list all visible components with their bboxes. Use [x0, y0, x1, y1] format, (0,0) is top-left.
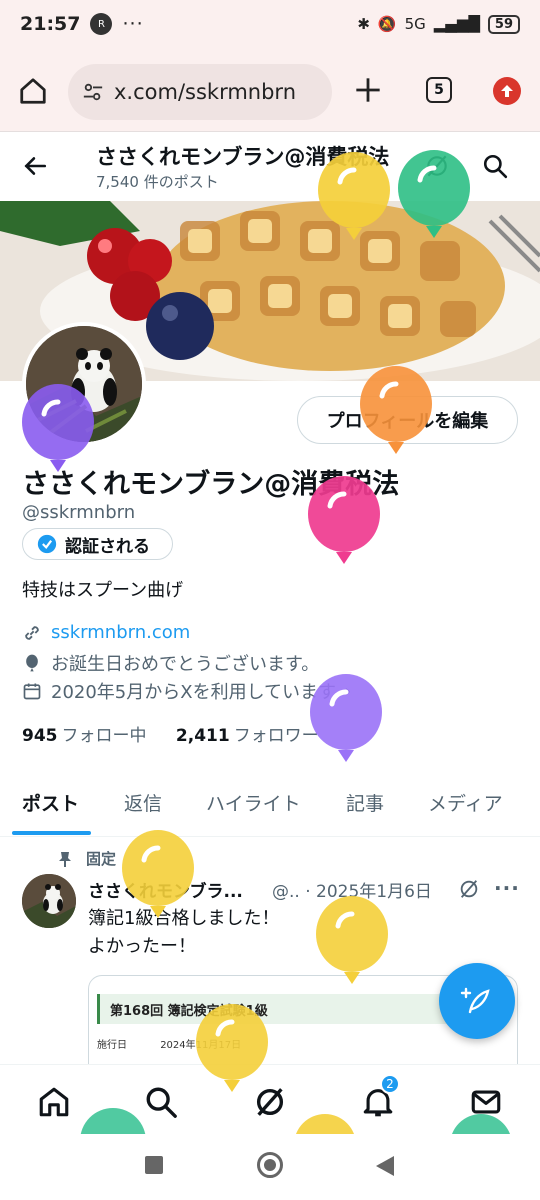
search-icon[interactable] [482, 153, 508, 179]
balloon-decoration [316, 896, 388, 984]
back-arrow-icon[interactable] [22, 153, 48, 179]
bluetooth-icon: ✱ [357, 15, 370, 33]
balloon-decoration [308, 476, 380, 564]
balloon-decoration [296, 1114, 354, 1134]
home-icon[interactable] [18, 76, 48, 106]
link-icon [25, 625, 39, 640]
post-count: 7,540 件のポスト [96, 173, 219, 191]
battery-indicator: 59 [487, 14, 520, 34]
pinned-indicator: 固定 [58, 848, 116, 869]
post-avatar[interactable] [22, 874, 76, 928]
balloon-decoration [122, 830, 194, 918]
more-notifications-icon: ··· [122, 13, 144, 35]
notifications-badge: 2 [380, 1074, 400, 1094]
tab-articles[interactable]: 記事 [346, 789, 384, 816]
panda-photo-small [22, 874, 76, 928]
profile-website[interactable]: sskrmnbrn.com [22, 622, 190, 643]
mute-icon: 🔕 [377, 15, 397, 33]
joined-text: 2020年5月からXを利用しています [51, 682, 337, 703]
following-label: フォロー中 [61, 726, 147, 746]
signal-label: 5G [404, 15, 426, 33]
balloon-decoration [452, 1114, 510, 1134]
compose-post-button[interactable] [439, 963, 515, 1039]
get-verified-label: 認証される [65, 536, 150, 557]
follow-stats: 945 フォロー中 2,411 フォロワー [22, 721, 319, 746]
balloon-decoration [310, 674, 382, 762]
balloon-decoration [196, 1004, 268, 1092]
system-back-button[interactable] [374, 1154, 396, 1178]
birthday-text: お誕生日おめでとうございます。 [51, 654, 320, 675]
signal-icon: ▂▄▆█ [433, 15, 480, 33]
balloon-decoration [22, 384, 94, 472]
status-bar: 21:57 R ··· ✱ 🔕 5G ▂▄▆█ 59 [0, 0, 540, 48]
tab-posts[interactable]: ポスト [22, 789, 79, 816]
following-count: 945 [22, 726, 58, 746]
tab-highlights[interactable]: ハイライト [206, 789, 301, 816]
address-bar[interactable]: x.com/sskrmnbrn [68, 64, 332, 120]
profile-tabs: ポスト 返信 ハイライト 記事 メディア [0, 775, 540, 837]
recent-apps-button[interactable] [145, 1156, 163, 1174]
update-icon[interactable] [493, 77, 521, 105]
followers-count: 2,411 [175, 726, 230, 746]
website-link[interactable]: sskrmnbrn.com [51, 622, 190, 643]
clock: 21:57 [20, 13, 81, 35]
profile-joined: 2020年5月からXを利用しています › [22, 678, 351, 704]
followers-label: フォロワー [233, 726, 319, 746]
search-icon[interactable] [144, 1085, 178, 1119]
profile-handle: @sskrmnbrn [22, 502, 136, 523]
balloon-decoration [398, 150, 470, 238]
followers-link[interactable]: 2,411 フォロワー [176, 726, 319, 746]
tab-replies[interactable]: 返信 [124, 789, 162, 816]
tab-media[interactable]: メディア [428, 789, 503, 816]
balloon-decoration [80, 1108, 146, 1134]
balloon-decoration [318, 152, 390, 240]
home-icon[interactable] [37, 1085, 71, 1119]
get-verified-button[interactable]: 認証される [22, 528, 173, 560]
system-navigation-bar [0, 1134, 540, 1200]
system-home-button[interactable] [257, 1152, 283, 1178]
balloon-decoration [360, 366, 432, 454]
pin-icon [59, 851, 71, 867]
profile-bio: 特技はスプーン曲げ [22, 580, 184, 601]
following-link[interactable]: 945 フォロー中 [22, 726, 147, 746]
calendar-icon [23, 683, 41, 700]
url-text[interactable]: x.com/sskrmnbrn [114, 80, 296, 104]
grok-icon[interactable] [458, 878, 480, 900]
app-notification-icon: R [90, 13, 113, 35]
new-tab-icon[interactable] [354, 76, 382, 104]
pinned-label: 固定 [86, 850, 117, 868]
browser-toolbar: x.com/sskrmnbrn 5 [0, 48, 540, 132]
tab-switcher-button[interactable]: 5 [426, 77, 452, 103]
balloon-icon [26, 654, 38, 672]
card-row-label: 施行日 [97, 1040, 127, 1051]
profile-birthday: お誕生日おめでとうございます。 [22, 650, 319, 676]
active-tab-indicator [12, 831, 91, 835]
more-options-icon[interactable]: ··· [494, 876, 520, 900]
verified-badge-icon [37, 534, 57, 554]
compose-feather-icon [460, 987, 490, 1014]
site-settings-icon[interactable] [82, 81, 104, 103]
